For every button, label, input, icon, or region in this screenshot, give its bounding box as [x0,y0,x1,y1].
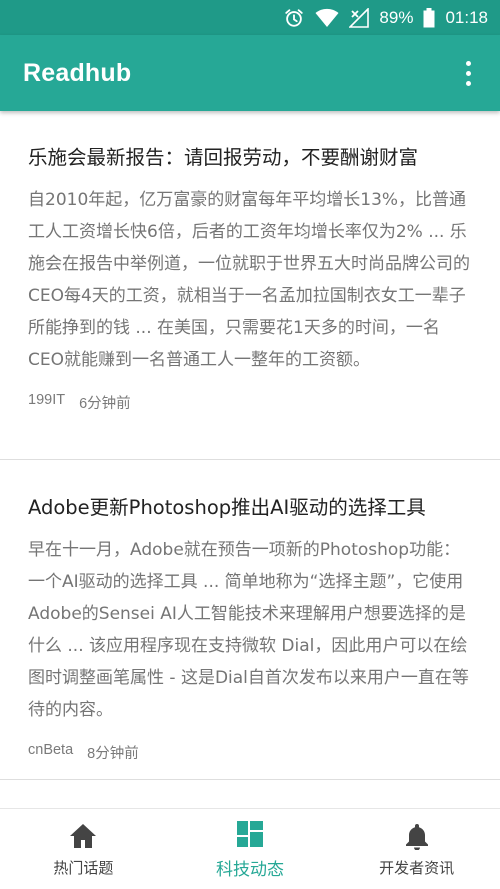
signal-no-data-icon [349,7,370,28]
clock: 01:18 [445,7,488,27]
article-source: 199IT [28,392,66,408]
nav-label: 开发者资讯 [379,858,455,877]
bell-icon [402,821,432,851]
nav-label: 热门话题 [53,858,114,877]
home-icon [68,821,98,851]
article-source: cnBeta [28,742,74,758]
nav-label: 科技动态 [216,859,284,880]
dashboard-icon [235,819,265,849]
article-list[interactable]: 乐施会最新报告：请回报劳动，不要酬谢财富 自2010年起，亿万富豪的财富每年平均… [0,111,500,808]
app-title: Readhub [23,58,132,87]
divider [0,779,500,780]
article-title[interactable]: 乐施会最新报告：请回报劳动，不要酬谢财富 [28,141,472,170]
alarm-icon [283,7,305,29]
nav-tech-news[interactable]: 科技动态 [167,809,334,889]
article-summary[interactable]: 自2010年起，亿万富豪的财富每年平均增长13%，比普通工人工资增长快6倍，后者… [28,184,472,376]
battery-level: 89% [379,7,414,27]
article-summary[interactable]: 早在十一月，Adobe就在预告一项新的Photoshop功能：一个AI驱动的选择… [28,534,472,726]
article-title[interactable]: Adobe更新Photoshop推出AI驱动的选择工具 [28,491,472,520]
bottom-navigation: 热门话题 科技动态 开发者资讯 [0,808,500,889]
divider [0,459,500,460]
app-bar: Readhub [0,35,500,111]
nav-developer-news[interactable]: 开发者资讯 [333,809,500,889]
battery-icon [423,7,435,28]
more-vertical-icon[interactable] [456,58,480,88]
article-meta: 199IT 6分钟前 [28,392,472,413]
article-time: 6分钟前 [79,396,131,412]
nav-hot-topics[interactable]: 热门话题 [0,809,167,889]
article-meta: cnBeta 8分钟前 [28,742,472,763]
article-time: 8分钟前 [87,746,139,762]
wifi-icon [315,8,339,28]
status-bar: 89% 01:18 [0,0,500,35]
article-card[interactable]: Adobe更新Photoshop推出AI驱动的选择工具 早在十一月，Adobe就… [0,491,500,763]
article-card[interactable]: 乐施会最新报告：请回报劳动，不要酬谢财富 自2010年起，亿万富豪的财富每年平均… [0,141,500,413]
